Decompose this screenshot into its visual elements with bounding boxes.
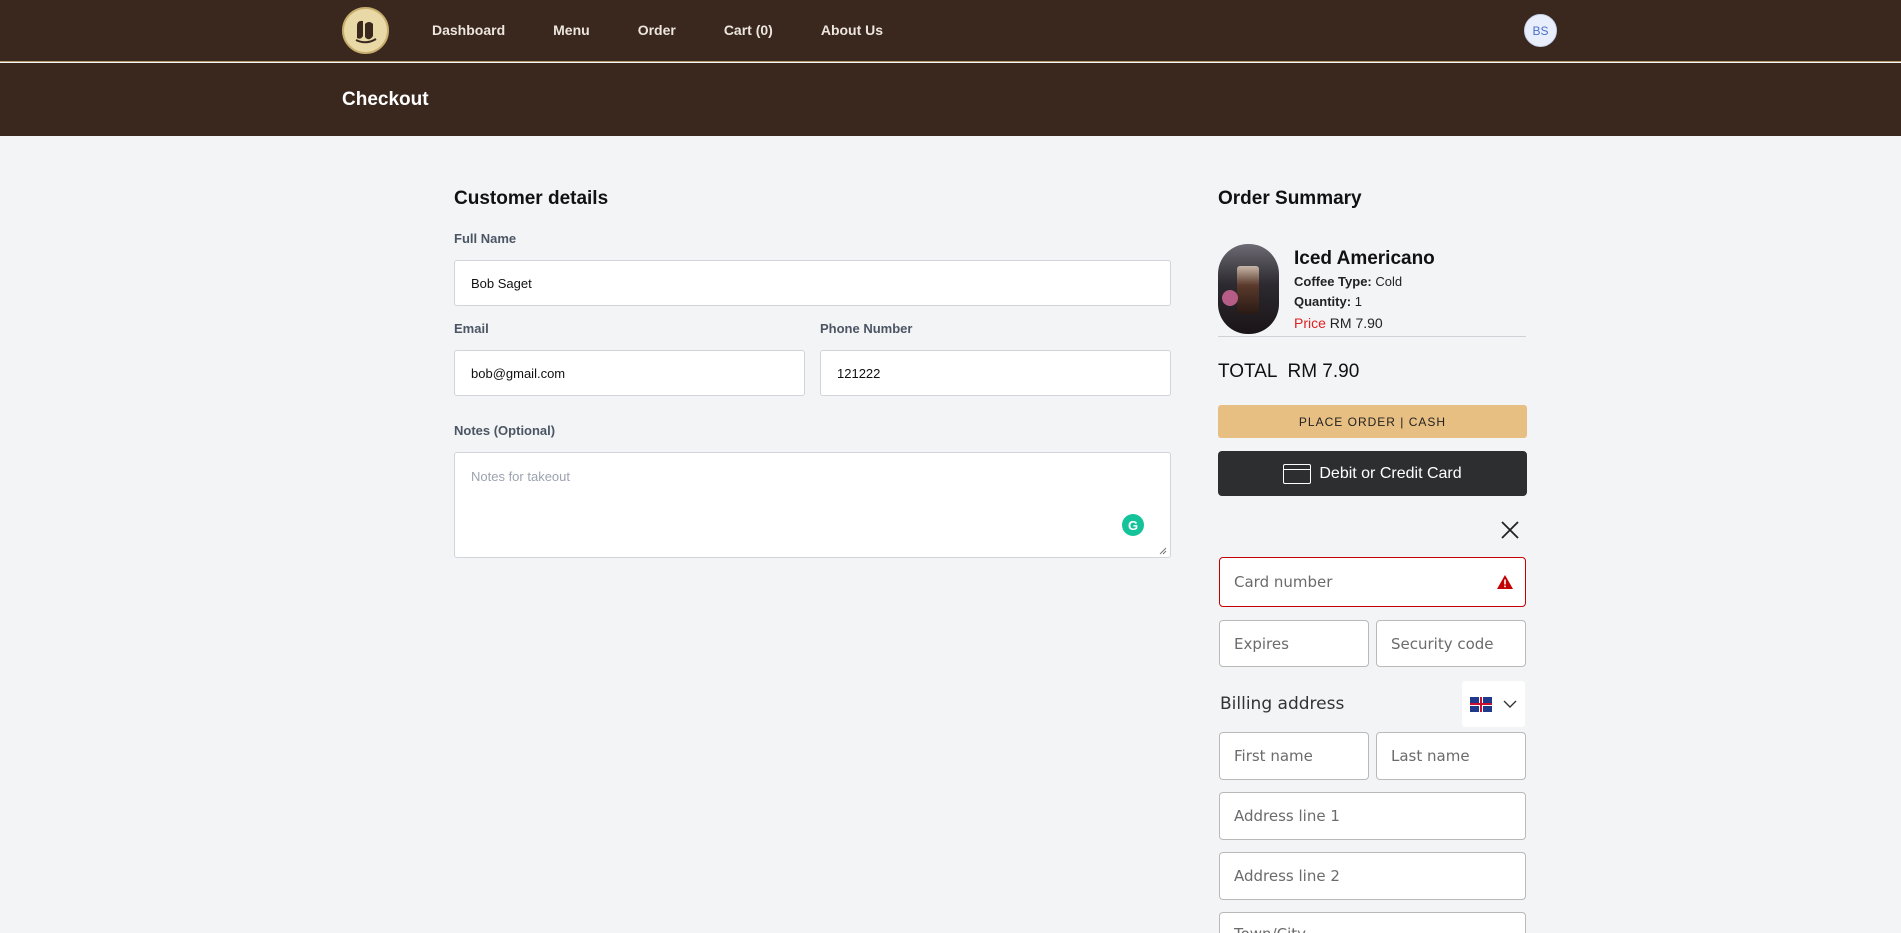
expires-input[interactable]: Expires xyxy=(1219,620,1369,667)
country-selector[interactable] xyxy=(1462,681,1525,727)
coffee-type-value: Cold xyxy=(1375,274,1403,289)
quantity-label: Quantity: xyxy=(1294,294,1352,309)
place-order-cash-button[interactable]: PLACE ORDER | CASH xyxy=(1218,405,1527,438)
address-line-2-input[interactable]: Address line 2 xyxy=(1219,852,1526,900)
quantity-value: 1 xyxy=(1354,294,1362,309)
address-line-1-input[interactable]: Address line 1 xyxy=(1219,792,1526,840)
customer-details-heading: Customer details xyxy=(454,188,609,209)
email-label: Email xyxy=(454,321,489,336)
order-total: TOTAL RM 7.90 xyxy=(1218,361,1359,383)
nav-cart[interactable]: Cart (0) xyxy=(724,22,773,38)
nav-about-us[interactable]: About Us xyxy=(821,22,883,38)
item-coffee-type: Coffee Type: Cold xyxy=(1294,274,1402,289)
warning-icon xyxy=(1497,575,1513,589)
nav-menu[interactable]: Menu xyxy=(553,22,590,38)
page-title: Checkout xyxy=(342,89,429,110)
full-name-label: Full Name xyxy=(454,231,517,246)
phone-input[interactable]: 121222 xyxy=(820,350,1171,396)
resize-handle-icon[interactable] xyxy=(1159,547,1167,555)
summary-divider xyxy=(1218,336,1526,337)
user-avatar[interactable]: BS xyxy=(1524,14,1557,47)
total-label: TOTAL xyxy=(1218,361,1278,382)
nav-dashboard[interactable]: Dashboard xyxy=(432,22,505,38)
town-city-input[interactable]: Town/City xyxy=(1219,912,1526,933)
last-name-input[interactable]: Last name xyxy=(1376,732,1526,780)
notes-label: Notes (Optional) xyxy=(454,423,556,438)
item-price: Price RM 7.90 xyxy=(1294,315,1383,331)
first-name-input[interactable]: First name xyxy=(1219,732,1369,780)
top-navbar: Dashboard Menu Order Cart (0) About Us B… xyxy=(0,0,1901,62)
security-code-input[interactable]: Security code xyxy=(1376,620,1526,667)
coffee-type-label: Coffee Type: xyxy=(1294,274,1372,289)
coffee-logo-icon[interactable] xyxy=(342,7,389,54)
billing-address-label: Billing address xyxy=(1220,694,1345,714)
grammarly-icon[interactable]: G xyxy=(1122,514,1144,536)
page-header: Checkout xyxy=(0,63,1901,136)
credit-card-icon xyxy=(1283,463,1312,484)
item-quantity: Quantity: 1 xyxy=(1294,294,1362,309)
chevron-down-icon xyxy=(1503,700,1517,708)
order-summary-heading: Order Summary xyxy=(1218,188,1362,209)
email-input[interactable]: bob@gmail.com xyxy=(454,350,805,396)
nav-links: Dashboard Menu Order Cart (0) About Us xyxy=(432,0,931,60)
card-button-label: Debit or Credit Card xyxy=(1319,464,1462,482)
price-value: RM 7.90 xyxy=(1329,315,1383,331)
uk-flag-icon xyxy=(1470,696,1492,712)
item-name: Iced Americano xyxy=(1294,248,1435,269)
notes-textarea[interactable]: Notes for takeout xyxy=(454,452,1171,558)
price-label: Price xyxy=(1294,315,1326,331)
close-icon[interactable] xyxy=(1499,519,1521,541)
full-name-input[interactable]: Bob Saget xyxy=(454,260,1171,306)
debit-credit-card-button[interactable]: Debit or Credit Card xyxy=(1218,451,1527,496)
iced-americano-image xyxy=(1218,244,1279,334)
nav-order[interactable]: Order xyxy=(638,22,676,38)
card-number-input[interactable]: Card number xyxy=(1219,557,1526,607)
total-value: RM 7.90 xyxy=(1287,361,1360,382)
phone-label: Phone Number xyxy=(820,321,913,336)
